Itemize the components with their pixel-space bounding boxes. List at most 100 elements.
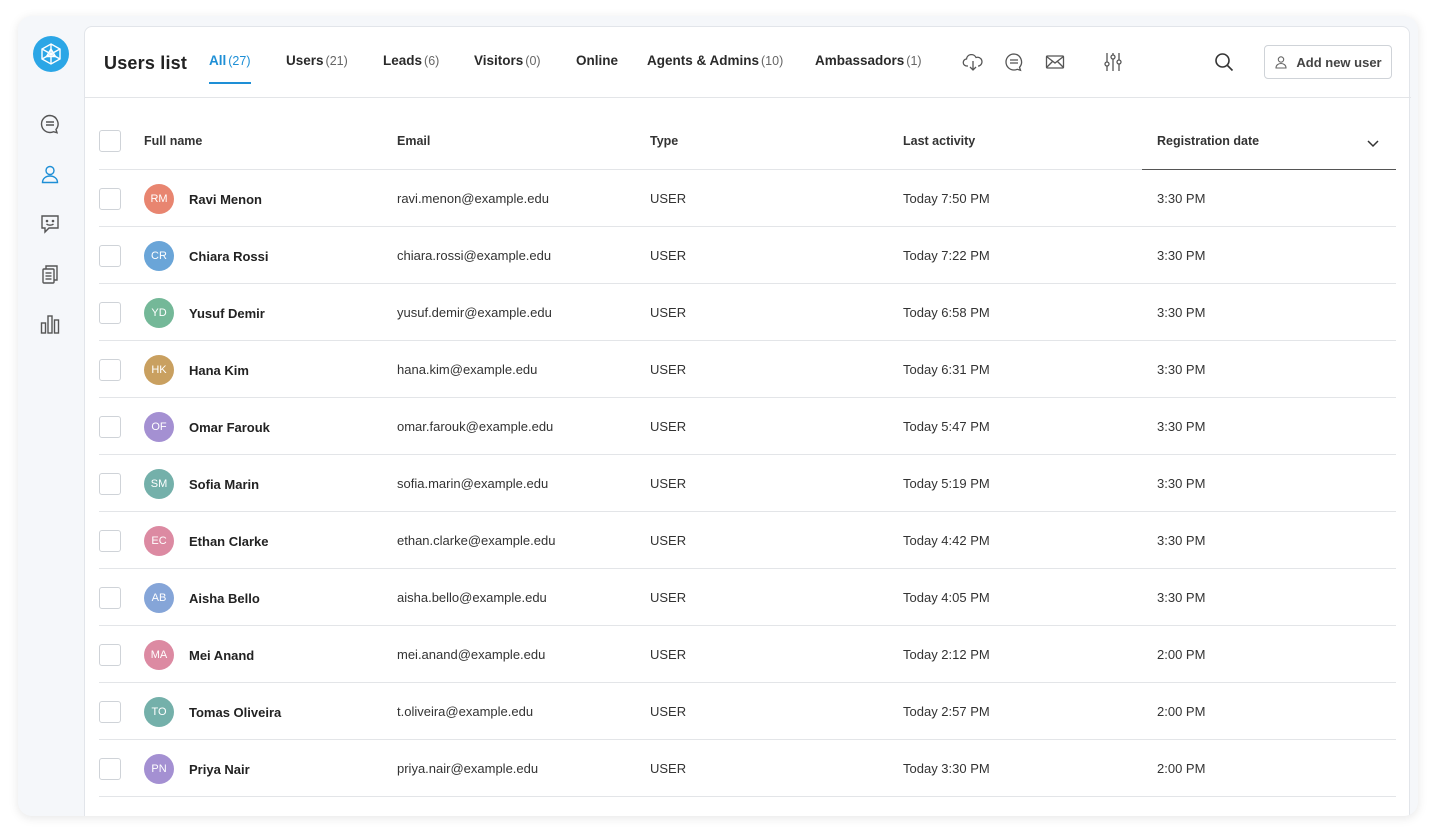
row-checkbox[interactable]	[99, 644, 121, 666]
row-checkbox[interactable]	[99, 302, 121, 324]
sliders-icon[interactable]	[1102, 51, 1124, 73]
user-type: USER	[650, 704, 687, 719]
table-row[interactable]: EC Ethan Clarke ethan.clarke@example.edu…	[99, 512, 1396, 569]
app-logo-icon[interactable]	[33, 36, 69, 72]
registration-date: 3:30 PM	[1157, 305, 1206, 320]
table-row[interactable]: OF Omar Farouk omar.farouk@example.edu U…	[99, 398, 1396, 455]
tab-users[interactable]: Users (21)	[286, 53, 348, 83]
top-bar: Users list All (27) Users (21) Leads (6) Vi…	[85, 27, 1411, 98]
user-name[interactable]: Tomas Oliveira	[189, 705, 281, 720]
column-header-type[interactable]: Type	[650, 134, 678, 148]
last-activity: Today 5:47 PM	[903, 419, 990, 434]
registration-date: 2:00 PM	[1157, 761, 1206, 776]
table-row[interactable]: HK Hana Kim hana.kim@example.edu USER To…	[99, 341, 1396, 398]
last-activity: Today 2:12 PM	[903, 647, 990, 662]
tab-ambassadors[interactable]: Ambassadors (1)	[815, 53, 922, 83]
select-all-checkbox[interactable]	[99, 130, 121, 152]
user-email: t.oliveira@example.edu	[397, 704, 534, 719]
chevron-down-icon[interactable]	[1366, 136, 1380, 155]
user-name[interactable]: Yusuf Demir	[189, 306, 265, 321]
user-type: USER	[650, 533, 687, 548]
user-name[interactable]: Mei Anand	[189, 648, 254, 663]
main-panel: Users list All (27) Users (21) Leads (6) Vi…	[84, 26, 1411, 816]
user-name[interactable]: Hana Kim	[189, 363, 249, 378]
avatar: YD	[144, 298, 174, 328]
smiley-chat-icon[interactable]	[38, 212, 62, 236]
user-name[interactable]: Priya Nair	[189, 762, 250, 777]
user-name[interactable]: Aisha Bello	[189, 591, 260, 606]
column-header-registration-date[interactable]: Registration date	[1157, 134, 1259, 148]
chat-bubble-icon[interactable]	[1003, 51, 1025, 73]
user-icon	[1275, 56, 1287, 69]
table-row[interactable]: CR Chiara Rossi chiara.rossi@example.edu…	[99, 227, 1396, 284]
row-checkbox[interactable]	[99, 416, 121, 438]
table-row[interactable]: SM Sofia Marin sofia.marin@example.edu U…	[99, 455, 1396, 512]
row-checkbox[interactable]	[99, 473, 121, 495]
envelope-icon[interactable]	[1044, 51, 1066, 73]
user-name[interactable]: Sofia Marin	[189, 477, 259, 492]
table-row[interactable]: RM Ravi Menon ravi.menon@example.edu USE…	[99, 170, 1396, 227]
registration-date: 2:00 PM	[1157, 704, 1206, 719]
user-email: aisha.bello@example.edu	[397, 590, 547, 605]
tab-visitors[interactable]: Visitors (0)	[474, 53, 541, 83]
row-checkbox[interactable]	[99, 359, 121, 381]
user-name[interactable]: Chiara Rossi	[189, 249, 268, 264]
tab-agents-admins[interactable]: Agents & Admins (10)	[647, 53, 783, 83]
sorted-column-header[interactable]: Registration date	[1142, 128, 1396, 170]
user-type: USER	[650, 761, 687, 776]
page-title: Users list	[104, 53, 188, 73]
user-type: USER	[650, 419, 687, 434]
user-name[interactable]: Ethan Clarke	[189, 534, 268, 549]
table-row[interactable]: TO Tomas Oliveira t.oliveira@example.edu…	[99, 683, 1396, 740]
user-type: USER	[650, 305, 687, 320]
avatar: AB	[144, 583, 174, 613]
user-icon[interactable]	[38, 162, 62, 186]
tab-all[interactable]: All (27)	[209, 53, 251, 84]
registration-date: 3:30 PM	[1157, 248, 1206, 263]
search-icon[interactable]	[1213, 51, 1235, 73]
row-checkbox[interactable]	[99, 701, 121, 723]
user-type: USER	[650, 647, 687, 662]
row-checkbox[interactable]	[99, 758, 121, 780]
user-email: ravi.menon@example.edu	[397, 191, 549, 206]
registration-date: 3:30 PM	[1157, 590, 1206, 605]
user-email: ethan.clarke@example.edu	[397, 533, 556, 548]
user-name[interactable]: Omar Farouk	[189, 420, 270, 435]
last-activity: Today 6:58 PM	[903, 305, 990, 320]
documents-icon[interactable]	[38, 262, 62, 286]
add-new-user-button[interactable]: Add new user	[1264, 45, 1392, 79]
registration-date: 3:30 PM	[1157, 362, 1206, 377]
last-activity: Today 4:05 PM	[903, 590, 990, 605]
avatar: MA	[144, 640, 174, 670]
column-header-email[interactable]: Email	[397, 134, 430, 148]
app-window: Users list All (27) Users (21) Leads (6) Vi…	[18, 16, 1418, 816]
cloud-download-icon[interactable]	[962, 51, 984, 73]
bar-chart-icon[interactable]	[38, 312, 62, 336]
user-email: sofia.marin@example.edu	[397, 476, 549, 491]
user-email: chiara.rossi@example.edu	[397, 248, 552, 263]
table-row[interactable]: AB Aisha Bello aisha.bello@example.edu U…	[99, 569, 1396, 626]
registration-date: 3:30 PM	[1157, 476, 1206, 491]
table-row[interactable]: PN Priya Nair priya.nair@example.edu USE…	[99, 740, 1396, 797]
row-checkbox[interactable]	[99, 530, 121, 552]
row-checkbox[interactable]	[99, 245, 121, 267]
row-checkbox[interactable]	[99, 587, 121, 609]
user-type: USER	[650, 191, 687, 206]
last-activity: Today 7:50 PM	[903, 191, 990, 206]
column-header-full-name[interactable]: Full name	[144, 134, 202, 148]
table-body: RM Ravi Menon ravi.menon@example.edu USE…	[99, 170, 1396, 797]
row-checkbox[interactable]	[99, 188, 121, 210]
user-email: priya.nair@example.edu	[397, 761, 539, 776]
tab-leads[interactable]: Leads (6)	[383, 53, 439, 83]
avatar: TO	[144, 697, 174, 727]
user-type: USER	[650, 476, 687, 491]
user-type: USER	[650, 248, 687, 263]
tab-online[interactable]: Online	[576, 53, 620, 83]
table-row[interactable]: YD Yusuf Demir yusuf.demir@example.edu U…	[99, 284, 1396, 341]
user-name[interactable]: Ravi Menon	[189, 192, 262, 207]
table-row[interactable]: MA Mei Anand mei.anand@example.edu USER …	[99, 626, 1396, 683]
registration-date: 3:30 PM	[1157, 191, 1206, 206]
chat-bubble-icon[interactable]	[38, 112, 62, 136]
column-header-last-activity[interactable]: Last activity	[903, 134, 975, 148]
user-type: USER	[650, 362, 687, 377]
